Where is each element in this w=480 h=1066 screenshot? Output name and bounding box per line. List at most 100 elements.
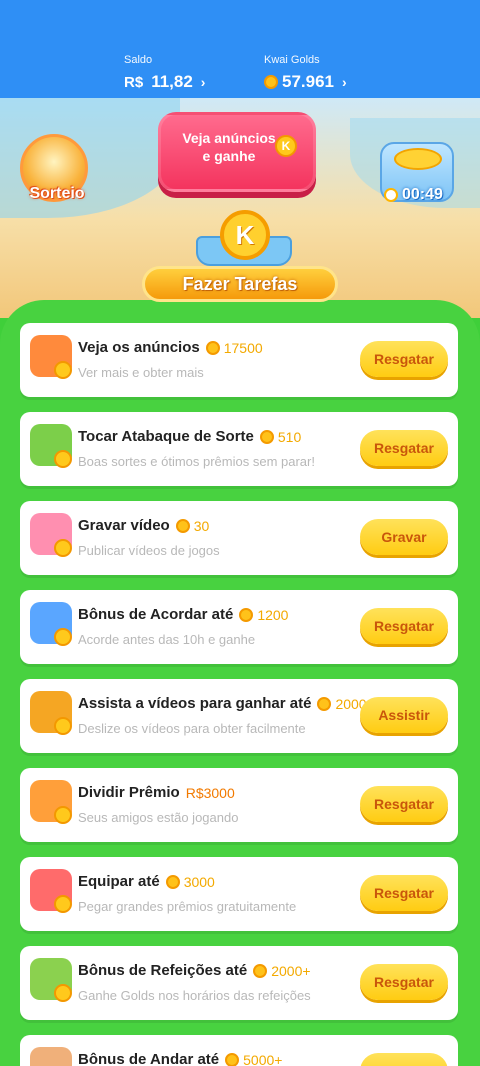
saldo-chevron-icon: › [200,74,206,90]
wallet-header: Saldo R$ 11,82 › Kwai Golds 57.961 › [0,0,480,98]
walking-person-icon [30,1047,72,1066]
task-title-row: Tocar Atabaque de Sorte 510 [78,428,301,445]
task-title-row: Gravar vídeo 30 [78,517,209,534]
task-reward: 3000 [165,873,215,890]
task-reward-value: 3000 [183,873,215,890]
gold-coin-icon [253,963,268,978]
gold-coin-icon [205,340,220,355]
task-title: Bônus de Refeições até [78,962,248,979]
task-reward: R$3000 [186,785,235,801]
sorteio-label: Sorteio [29,185,85,202]
saldo-balance[interactable]: Saldo R$ 11,82 › [124,54,205,92]
sorteio-wheel-button[interactable]: Sorteio [20,134,88,202]
task-title-row: Assista a vídeos para ganhar até 2000 [78,695,367,712]
task-card: Bônus de Andar até 5000+ Resgatar [20,1035,458,1066]
watch-ads-label: Veja anúncios e ganhe [182,130,276,164]
task-action-button[interactable]: Resgatar [360,430,448,466]
task-reward: 2000+ [253,962,311,979]
task-reward-value: R$3000 [185,784,235,801]
task-reward: 1200 [239,607,288,623]
saldo-label: Saldo [124,54,153,66]
gold-coin-icon [225,1052,240,1066]
task-action-button[interactable]: Resgatar [360,964,448,1000]
task-card: Dividir Prêmio R$3000 Seus amigos estão jo… [20,768,458,842]
task-title: Bônus de Acordar até [78,606,234,623]
task-card: Gravar vídeo 30 Publicar vídeos de jogos Gr… [20,501,458,575]
task-reward-value: 2000+ [271,962,311,979]
task-reward-value: 17500 [223,339,263,356]
task-reward-value: 510 [277,428,302,445]
task-title-row: Veja os anúncios 17500 [78,339,263,356]
gold-coin-icon [317,696,332,711]
gold-coin-icon [165,874,180,889]
task-action-button[interactable]: Assistir [360,697,448,733]
chest-timer: 00:49 [384,186,443,204]
task-card: Bônus de Acordar até 1200 Acorde antes das… [20,590,458,664]
tasks-banner: Fazer Tarefas [142,266,338,302]
task-title: Bônus de Andar até [78,1051,220,1066]
k-coin-icon: K [275,135,297,157]
golds-value: 57.961 [282,72,334,91]
task-action-button[interactable]: Resgatar [360,1053,448,1066]
chest-timer-value: 00:49 [402,186,443,203]
task-reward: 17500 [205,339,263,356]
task-title: Gravar vídeo [78,517,170,534]
task-card: Equipar até 3000 Pegar grandes prêmios gra… [20,857,458,931]
k-coin-icon: K [220,210,270,260]
task-subtitle: Seus amigos estão jogando [78,810,239,825]
task-reward-value: 30 [193,517,210,534]
task-reward-value: 5000+ [243,1051,283,1066]
golds-label: Kwai Golds [264,54,320,66]
tasks-banner-title: Fazer Tarefas [182,274,298,294]
gold-coins-icon [394,148,442,170]
gold-coin-icon [175,518,190,533]
task-subtitle: Publicar vídeos de jogos [78,543,220,558]
task-reward-value: 1200 [257,606,289,623]
coin-badge-icon [54,717,72,735]
task-reward: 2000 [317,696,367,712]
task-subtitle: Acorde antes das 10h e ganhe [78,632,256,647]
treasure-chest-button[interactable]: 00:49 [380,142,454,204]
coin-badge-icon [54,539,72,557]
coin-badge-icon [54,984,72,1002]
task-title: Assista a vídeos para ganhar até [78,695,312,712]
task-subtitle: Boas sortes e ótimos prêmios sem parar! [78,454,315,469]
task-reward: 5000+ [225,1052,282,1066]
task-subtitle: Ver mais e obter mais [78,365,204,380]
task-title-row: Bônus de Refeições até 2000+ [78,962,311,979]
task-title-row: Equipar até 3000 [78,873,215,890]
task-title: Equipar até [78,873,160,890]
task-title-row: Bônus de Andar até 5000+ [78,1051,282,1066]
task-action-button[interactable]: Resgatar [360,608,448,644]
task-card: Assista a vídeos para ganhar até 2000 Desl… [20,679,458,753]
coin-badge-icon [54,450,72,468]
gold-coin-icon [259,429,274,444]
task-subtitle: Ganhe Golds nos horários das refeições [78,988,311,1003]
task-title-row: Bônus de Acordar até 1200 [78,606,288,623]
saldo-currency: R$ [124,73,144,91]
task-title-row: Dividir Prêmio R$3000 [78,784,235,801]
clock-icon [384,188,398,202]
coin-badge-icon [54,895,72,913]
gold-coin-icon [264,75,278,89]
saldo-value: 11,82 [151,72,193,91]
gold-coin-icon [239,607,254,622]
golds-balance[interactable]: Kwai Golds 57.961 › [264,54,347,92]
golds-chevron-icon: › [342,74,347,90]
task-action-button[interactable]: Gravar [360,519,448,555]
coin-badge-icon [54,806,72,824]
task-title: Veja os anúncios [78,339,200,356]
task-reward: 30 [175,517,210,534]
coin-badge-icon [54,628,72,646]
task-action-button[interactable]: Resgatar [360,875,448,911]
task-subtitle: Pegar grandes prêmios gratuitamente [78,899,297,914]
task-card: Bônus de Refeições até 2000+ Ganhe Golds n… [20,946,458,1020]
coin-badge-icon [54,361,72,379]
task-title: Tocar Atabaque de Sorte [78,428,254,445]
task-action-button[interactable]: Resgatar [360,786,448,822]
task-title: Dividir Prêmio [78,784,180,801]
task-action-button[interactable]: Resgatar [360,341,448,377]
watch-ads-button[interactable]: Veja anúncios e ganhe K [158,112,316,192]
task-card: Veja os anúncios 17500 Ver mais e obter ma… [20,323,458,397]
task-reward: 510 [259,428,302,445]
